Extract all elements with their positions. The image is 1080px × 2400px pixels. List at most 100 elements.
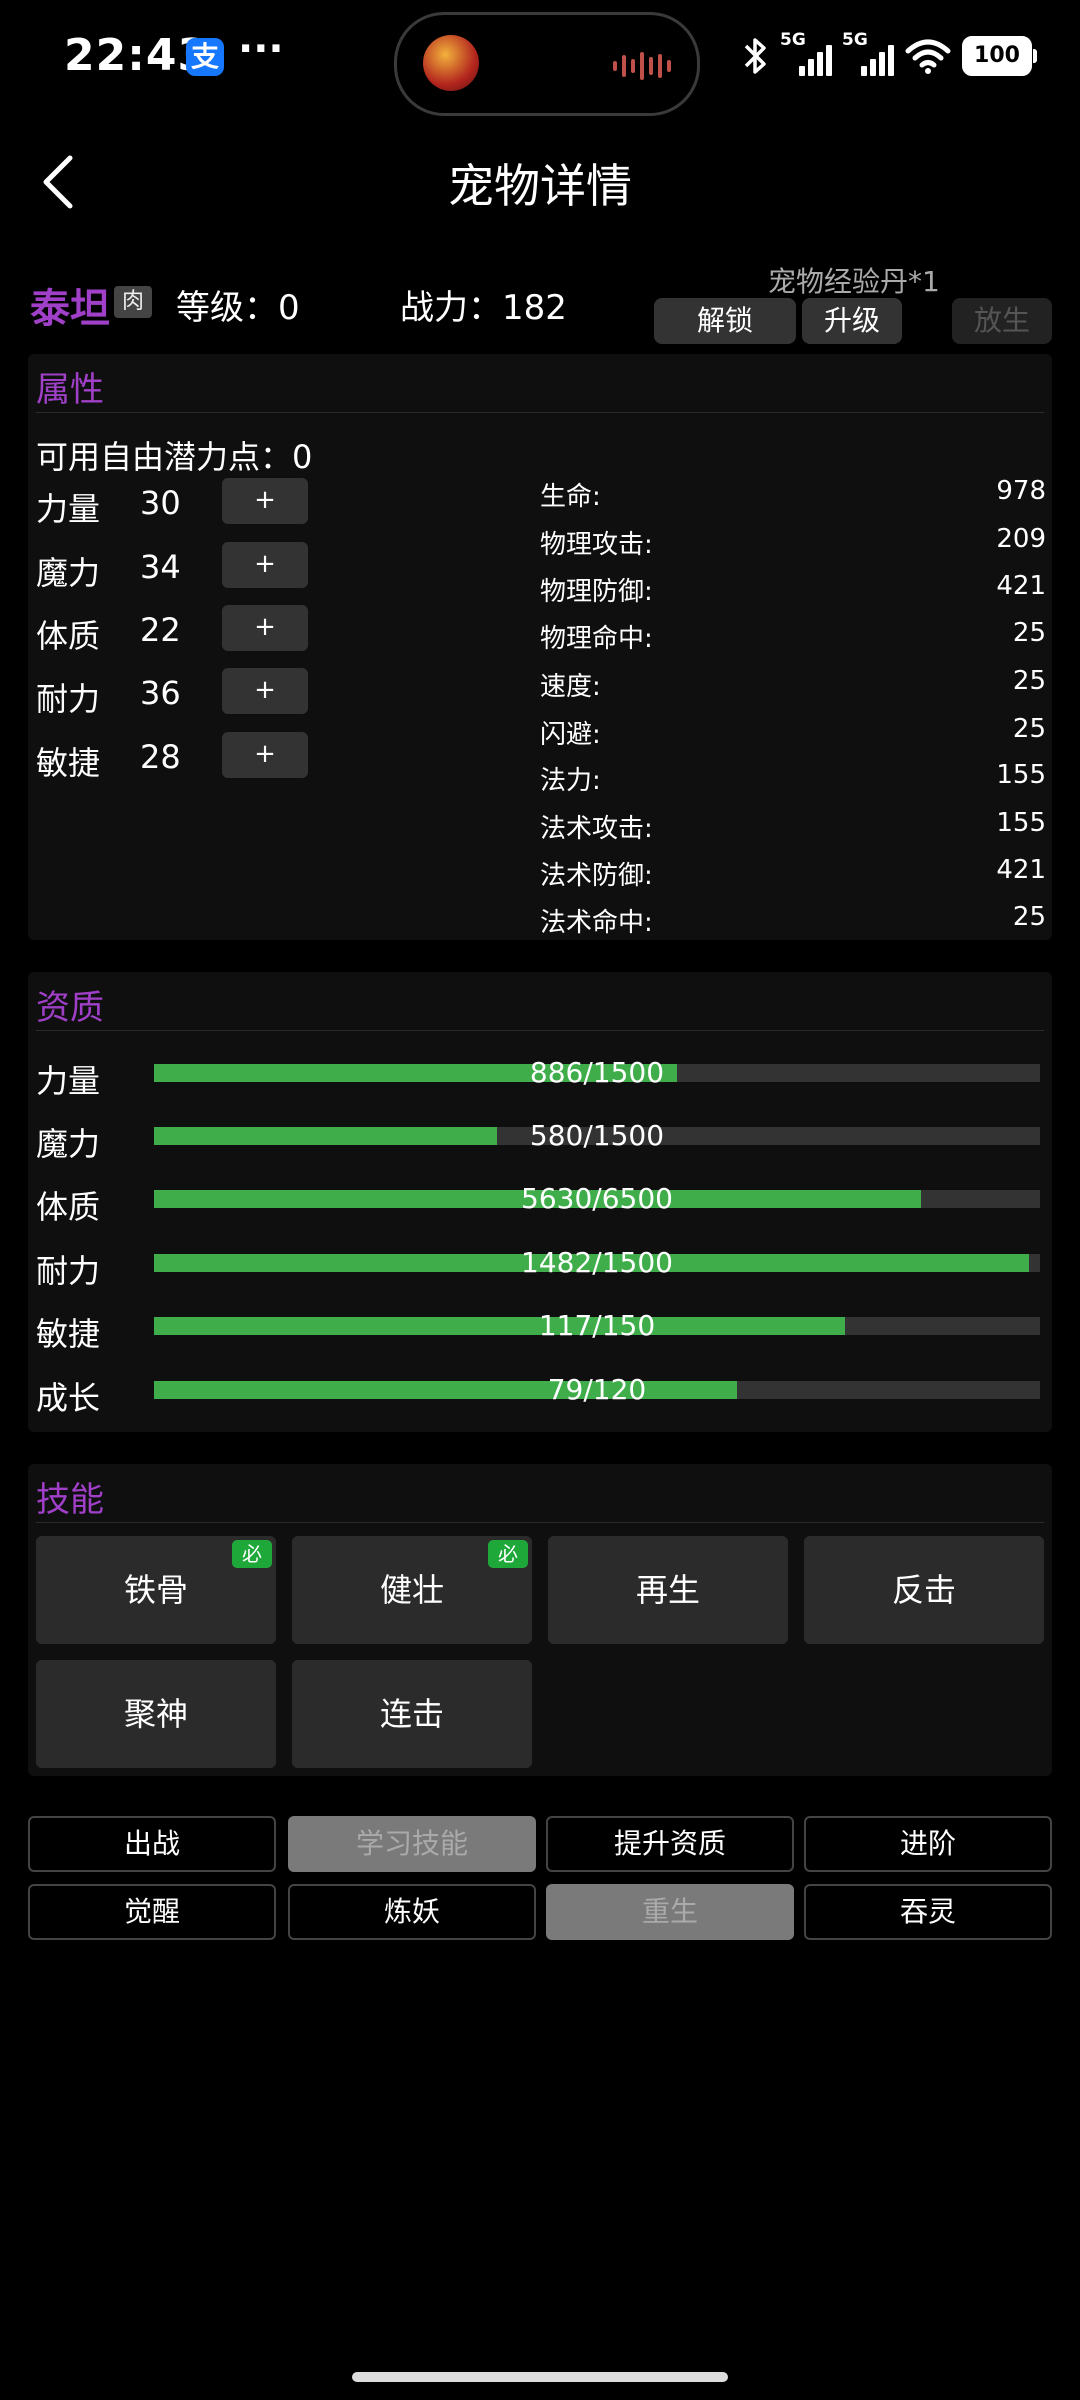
- aptitude-label: 力量: [36, 1062, 101, 1100]
- add-constitution-button[interactable]: +: [222, 605, 308, 651]
- home-indicator[interactable]: [352, 2372, 728, 2382]
- aptitude-row-agility: 敏捷 117/150: [36, 1303, 1042, 1353]
- stat-value: 421: [996, 855, 1046, 885]
- awaken-button[interactable]: 觉醒: [28, 1884, 276, 1940]
- attr-label: 体质: [36, 617, 101, 655]
- stat-label: 法术攻击:: [540, 814, 653, 844]
- aptitude-row-growth: 成长 79/120: [36, 1367, 1042, 1417]
- aptitude-label: 魔力: [36, 1125, 101, 1163]
- stat-value: 978: [996, 476, 1046, 506]
- aptitude-label: 敏捷: [36, 1315, 101, 1353]
- attr-label: 力量: [36, 490, 101, 528]
- stat-row-magic-defense: 法术防御: 421: [540, 849, 1046, 891]
- stat-value: 25: [1012, 666, 1046, 696]
- cell-signal-1-icon: 5G: [780, 30, 832, 76]
- aptitude-bar: 5630/6500: [154, 1182, 1040, 1215]
- attr-value: 28: [140, 738, 181, 776]
- release-button[interactable]: 放生: [952, 298, 1052, 344]
- audio-wave-icon: [613, 51, 671, 81]
- skill-name: 反击: [891, 1571, 956, 1609]
- dynamic-island[interactable]: [394, 12, 700, 116]
- add-magic-button[interactable]: +: [222, 542, 308, 588]
- stat-label: 速度:: [540, 672, 601, 702]
- stat-label: 生命:: [540, 482, 601, 512]
- status-bar: 22:43 支 ··· 5G 5G 100: [0, 0, 1080, 120]
- skill-name: 铁骨: [123, 1571, 188, 1609]
- stat-label: 物理命中:: [540, 624, 653, 654]
- stat-label: 物理攻击:: [540, 530, 653, 560]
- attr-label: 魔力: [36, 554, 101, 592]
- devour-button[interactable]: 吞灵: [804, 1884, 1052, 1940]
- battery-icon: 100: [962, 36, 1037, 76]
- pet-type-badge: 肉: [114, 286, 152, 318]
- skill-tile[interactable]: 再生: [548, 1536, 788, 1644]
- upgrade-button[interactable]: 升级: [802, 298, 902, 344]
- skill-tile[interactable]: 聚神: [36, 1660, 276, 1768]
- aptitude-value: 580/1500: [529, 1119, 665, 1152]
- divider: [36, 1522, 1044, 1523]
- required-skill-badge: 必: [488, 1540, 528, 1568]
- divider: [36, 1030, 1044, 1031]
- divider: [36, 412, 1044, 413]
- stat-label: 法术命中:: [540, 908, 653, 938]
- bluetooth-icon: [744, 38, 766, 74]
- aptitude-row-constitution: 体质 5630/6500: [36, 1176, 1042, 1226]
- improve-aptitude-button[interactable]: 提升资质: [546, 1816, 794, 1872]
- refine-button[interactable]: 炼妖: [288, 1884, 536, 1940]
- cell-signal-2-icon: 5G: [842, 30, 894, 76]
- attr-value: 36: [140, 674, 181, 712]
- rebirth-button[interactable]: 重生: [546, 1884, 794, 1940]
- stat-row-phys-defense: 物理防御: 421: [540, 565, 1046, 607]
- aptitude-row-magic: 魔力 580/1500: [36, 1113, 1042, 1163]
- status-icons: 5G 5G 100: [740, 30, 1037, 76]
- skill-tile[interactable]: 健壮 必: [292, 1536, 532, 1644]
- stat-row-magic-hit: 法术命中: 25: [540, 896, 1046, 938]
- skill-name: 连击: [379, 1695, 444, 1733]
- page-title: 宠物详情: [448, 159, 632, 213]
- attr-value: 22: [140, 611, 181, 649]
- aptitude-bar: 117/150: [154, 1309, 1040, 1342]
- pet-power: 战力：182: [400, 288, 567, 328]
- deploy-button[interactable]: 出战: [28, 1816, 276, 1872]
- pet-level: 等级：0: [176, 288, 300, 328]
- media-cover-icon: [423, 35, 479, 91]
- aptitude-row-endurance: 耐力 1482/1500: [36, 1240, 1042, 1290]
- skill-name: 健壮: [379, 1571, 444, 1609]
- aptitude-label: 成长: [36, 1379, 101, 1417]
- pet-name: 泰坦: [30, 286, 110, 332]
- stat-label: 法力:: [540, 766, 601, 796]
- aptitude-value: 5630/6500: [521, 1182, 673, 1215]
- aptitude-row-strength: 力量 886/1500: [36, 1050, 1042, 1100]
- add-endurance-button[interactable]: +: [222, 668, 308, 714]
- aptitude-bar: 1482/1500: [154, 1246, 1040, 1279]
- stat-value: 421: [996, 571, 1046, 601]
- skill-tile[interactable]: 铁骨 必: [36, 1536, 276, 1644]
- stat-label: 闪避:: [540, 720, 601, 750]
- unlock-button[interactable]: 解锁: [654, 298, 796, 344]
- skill-tile[interactable]: 反击: [804, 1536, 1044, 1644]
- attributes-panel: 属性 可用自由潜力点：0 力量 30 + 魔力 34 + 体质 22 + 耐力 …: [28, 354, 1052, 940]
- attr-label: 耐力: [36, 680, 101, 718]
- skills-title: 技能: [36, 1480, 104, 1520]
- skill-tile[interactable]: 连击: [292, 1660, 532, 1768]
- learn-skill-button[interactable]: 学习技能: [288, 1816, 536, 1872]
- advance-button[interactable]: 进阶: [804, 1816, 1052, 1872]
- stat-row-phys-attack: 物理攻击: 209: [540, 518, 1046, 560]
- stat-row-mana: 法力: 155: [540, 754, 1046, 796]
- aptitude-label: 体质: [36, 1188, 101, 1226]
- add-strength-button[interactable]: +: [222, 478, 308, 524]
- attr-label: 敏捷: [36, 744, 101, 782]
- more-notifications-icon: ···: [238, 26, 284, 72]
- stat-value: 209: [996, 524, 1046, 554]
- aptitude-label: 耐力: [36, 1252, 101, 1290]
- stat-row-speed: 速度: 25: [540, 660, 1046, 702]
- stat-row-magic-attack: 法术攻击: 155: [540, 802, 1046, 844]
- required-skill-badge: 必: [232, 1540, 272, 1568]
- stat-value: 25: [1012, 714, 1046, 744]
- stat-value: 25: [1012, 618, 1046, 648]
- aptitude-value: 79/120: [547, 1373, 647, 1406]
- skill-name: 聚神: [123, 1695, 188, 1733]
- add-agility-button[interactable]: +: [222, 732, 308, 778]
- stat-row-phys-hit: 物理命中: 25: [540, 612, 1046, 654]
- attr-value: 30: [140, 484, 181, 522]
